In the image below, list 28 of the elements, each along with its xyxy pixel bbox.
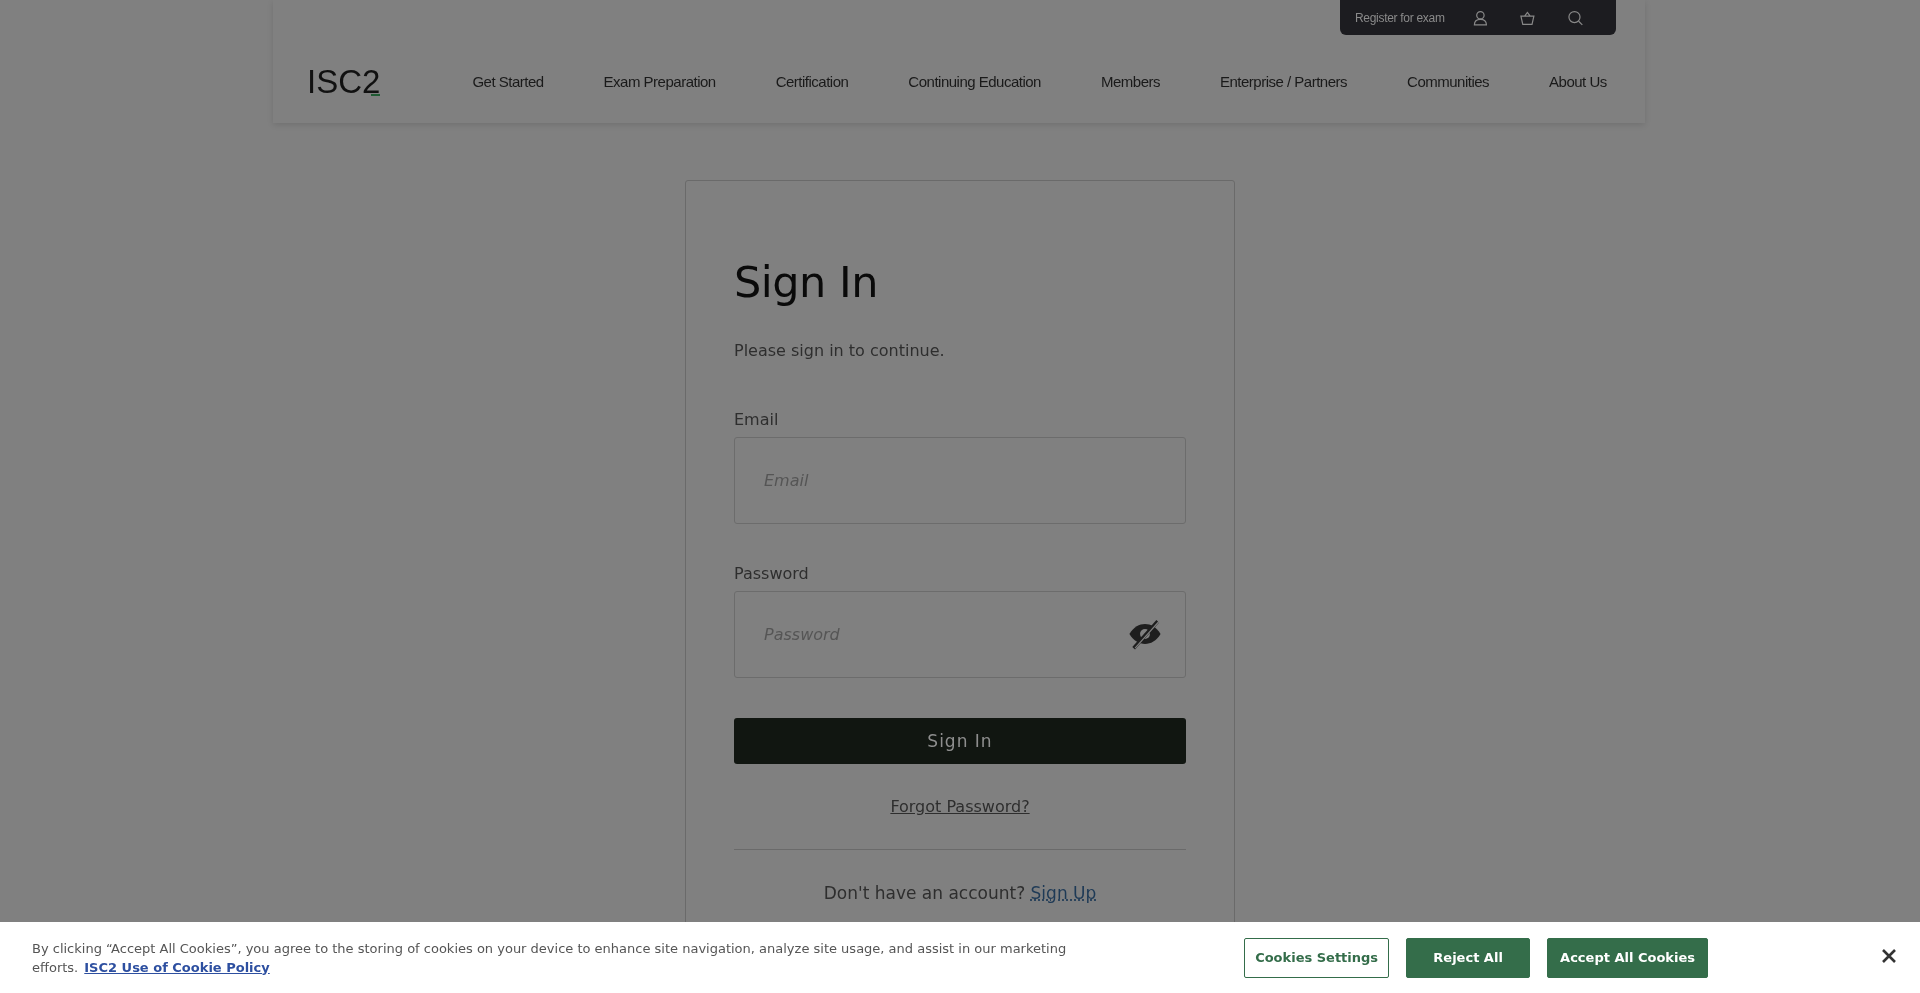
sign-up-link[interactable]: Sign Up (1030, 883, 1097, 903)
basket-icon[interactable] (1520, 9, 1536, 26)
nav-link[interactable]: Continuing Education (908, 73, 1041, 90)
field-label: Email (734, 410, 780, 429)
cookie-button[interactable]: Accept All Cookies (1547, 937, 1708, 978)
nav-link[interactable]: Exam Preparation (603, 73, 716, 90)
page-title: Sign In (734, 257, 879, 307)
nav-link[interactable]: Members (1100, 73, 1160, 90)
cookie-button[interactable]: Cookies Settings (1244, 937, 1390, 978)
sign-up-prompt: Don't have an account? Sign Up (822, 883, 1098, 903)
cookie-policy-link[interactable]: ISC2 Use of Cookie Policy (84, 959, 270, 975)
register-link[interactable]: Register for exam (1355, 10, 1445, 25)
nav-link[interactable]: Get Started (472, 73, 544, 90)
search-icon[interactable] (1568, 9, 1583, 26)
nav-link[interactable]: About Us (1549, 73, 1607, 90)
subtitle: Please sign in to continue. (734, 341, 946, 360)
forgot-password-link[interactable]: Forgot Password? (890, 797, 1030, 816)
logo[interactable]: ISC2 (307, 62, 381, 101)
close-icon[interactable] (1881, 948, 1897, 964)
user-icon[interactable] (1472, 9, 1488, 26)
nav-link[interactable]: Enterprise / Partners (1220, 73, 1348, 90)
cookie-notice: By clicking “Accept All Cookies”, you agree to the storing of cookies on your device to enhance site navigation, analyze site usage, and assist in our marketing efforts. ISC2 Use of Cookie Policy (32, 939, 1068, 977)
field-label: Password (734, 564, 810, 583)
cookie-button[interactable]: Reject All (1406, 937, 1531, 978)
nav-link[interactable]: Communities (1407, 73, 1490, 90)
sign-in-button[interactable]: Sign In (734, 718, 1186, 764)
eye-slash-icon[interactable] (1128, 617, 1162, 651)
nav-link[interactable]: Certification (775, 73, 849, 90)
